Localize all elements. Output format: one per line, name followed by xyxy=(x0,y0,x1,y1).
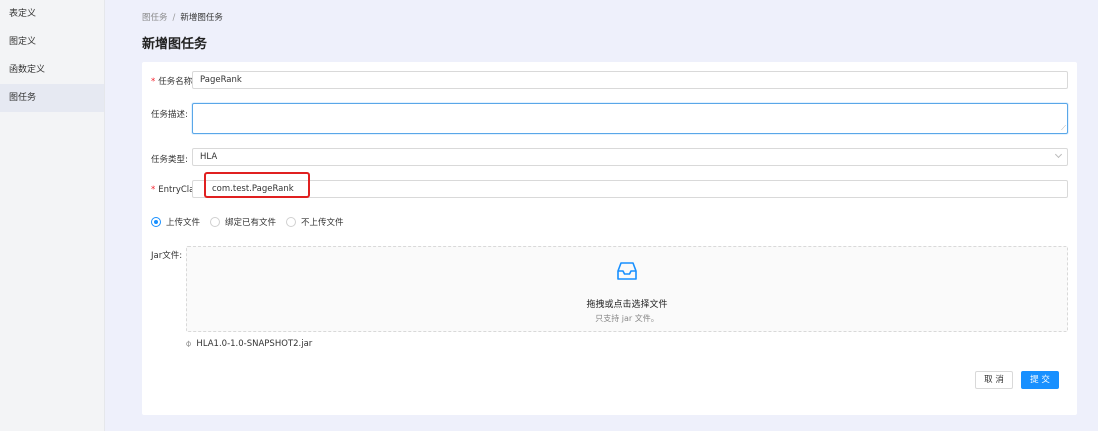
radio-checked-icon xyxy=(151,217,161,227)
cancel-button[interactable]: 取 消 xyxy=(975,371,1013,389)
radio-bind-existing-file[interactable]: 绑定已有文件 xyxy=(210,216,276,228)
required-mark: * xyxy=(151,185,156,195)
uploaded-file-item[interactable]: ⌀ HLA1.0-1.0-SNAPSHOT2.jar xyxy=(183,338,312,350)
breadcrumb-separator: / xyxy=(172,13,176,23)
resize-handle-icon[interactable]: ⟋ xyxy=(1061,125,1066,132)
sidebar-item-table-definition[interactable]: 表定义 xyxy=(0,0,104,28)
sidebar: 表定义 图定义 函数定义 图任务 xyxy=(0,0,105,431)
submit-button[interactable]: 提 交 xyxy=(1021,371,1059,389)
chevron-down-icon xyxy=(1054,150,1063,159)
paperclip-icon: ⌀ xyxy=(183,338,195,350)
radio-upload-file[interactable]: 上传文件 xyxy=(151,216,200,228)
upload-hint: 只支持 jar 文件。 xyxy=(595,314,659,323)
task-description-label: 任务描述: xyxy=(151,110,188,120)
sidebar-item-graph-definition[interactable]: 图定义 xyxy=(0,28,104,56)
upload-drop-text: 拖拽或点击选择文件 xyxy=(586,300,668,310)
sidebar-item-graph-tasks[interactable]: 图任务 xyxy=(0,84,104,112)
breadcrumb-current: 新增图任务 xyxy=(180,13,223,23)
task-type-label: 任务类型: xyxy=(151,155,188,165)
file-upload-dropzone[interactable]: 拖拽或点击选择文件 只支持 jar 文件。 xyxy=(186,246,1068,332)
task-name-input[interactable]: PageRank xyxy=(192,71,1068,89)
entry-class-input[interactable]: com.test.PageRank xyxy=(192,180,1068,198)
breadcrumb-parent-link[interactable]: 图任务 xyxy=(142,13,168,23)
upload-mode-radio-group: 上传文件 绑定已有文件 不上传文件 xyxy=(151,216,354,228)
sidebar-item-function-definition[interactable]: 函数定义 xyxy=(0,56,104,84)
inbox-icon xyxy=(617,262,637,280)
task-name-label: * 任务名称: xyxy=(151,77,196,87)
radio-unchecked-icon xyxy=(210,217,221,227)
page-title: 新增图任务 xyxy=(142,37,208,52)
task-type-value: HLA xyxy=(200,152,218,162)
breadcrumb: 图任务 / 新增图任务 xyxy=(142,11,223,23)
radio-no-upload[interactable]: 不上传文件 xyxy=(286,216,344,228)
jar-file-label: Jar文件: xyxy=(151,251,183,261)
radio-unchecked-icon xyxy=(286,217,297,227)
form-card: * 任务名称: PageRank 任务描述: ⟋ 任务类型: HLA * Entry… xyxy=(142,62,1077,415)
task-type-select[interactable]: HLA xyxy=(192,148,1068,166)
uploaded-file-name[interactable]: HLA1.0-1.0-SNAPSHOT2.jar xyxy=(196,339,312,349)
required-mark: * xyxy=(151,77,156,87)
annotation-highlight-box xyxy=(204,172,310,198)
task-description-textarea[interactable]: ⟋ xyxy=(192,103,1068,134)
main-content: 图任务 / 新增图任务 新增图任务 * 任务名称: PageRank 任务描述: ⟋ … xyxy=(106,0,1098,431)
